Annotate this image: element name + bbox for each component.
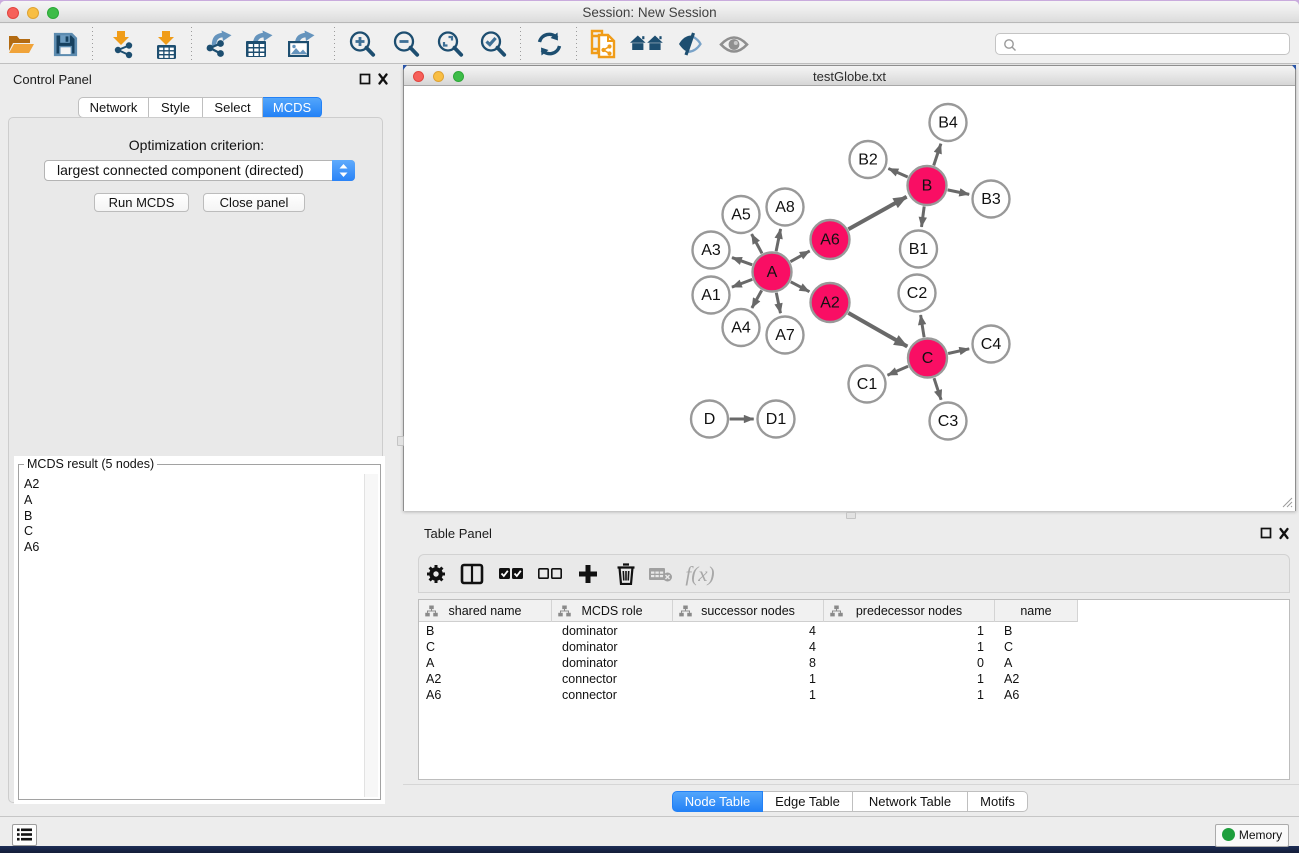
svg-text:A1: A1 bbox=[701, 287, 721, 304]
svg-text:A4: A4 bbox=[731, 320, 751, 337]
svg-text:B1: B1 bbox=[909, 241, 929, 258]
svg-text:C4: C4 bbox=[981, 336, 1002, 353]
svg-text:B: B bbox=[922, 178, 933, 195]
svg-text:D: D bbox=[704, 411, 716, 428]
svg-text:C3: C3 bbox=[938, 413, 959, 430]
svg-text:C: C bbox=[922, 350, 934, 367]
svg-text:A6: A6 bbox=[820, 232, 840, 249]
svg-text:D1: D1 bbox=[766, 411, 787, 428]
svg-text:A8: A8 bbox=[775, 199, 795, 216]
svg-text:A3: A3 bbox=[701, 242, 721, 259]
svg-text:A: A bbox=[767, 264, 778, 281]
svg-text:C2: C2 bbox=[907, 285, 928, 302]
svg-text:B2: B2 bbox=[858, 152, 878, 169]
svg-text:C1: C1 bbox=[857, 376, 878, 393]
svg-text:A5: A5 bbox=[731, 207, 751, 224]
svg-text:B4: B4 bbox=[938, 115, 958, 132]
svg-text:A7: A7 bbox=[775, 327, 795, 344]
svg-text:B3: B3 bbox=[981, 191, 1001, 208]
svg-text:A2: A2 bbox=[820, 295, 840, 312]
